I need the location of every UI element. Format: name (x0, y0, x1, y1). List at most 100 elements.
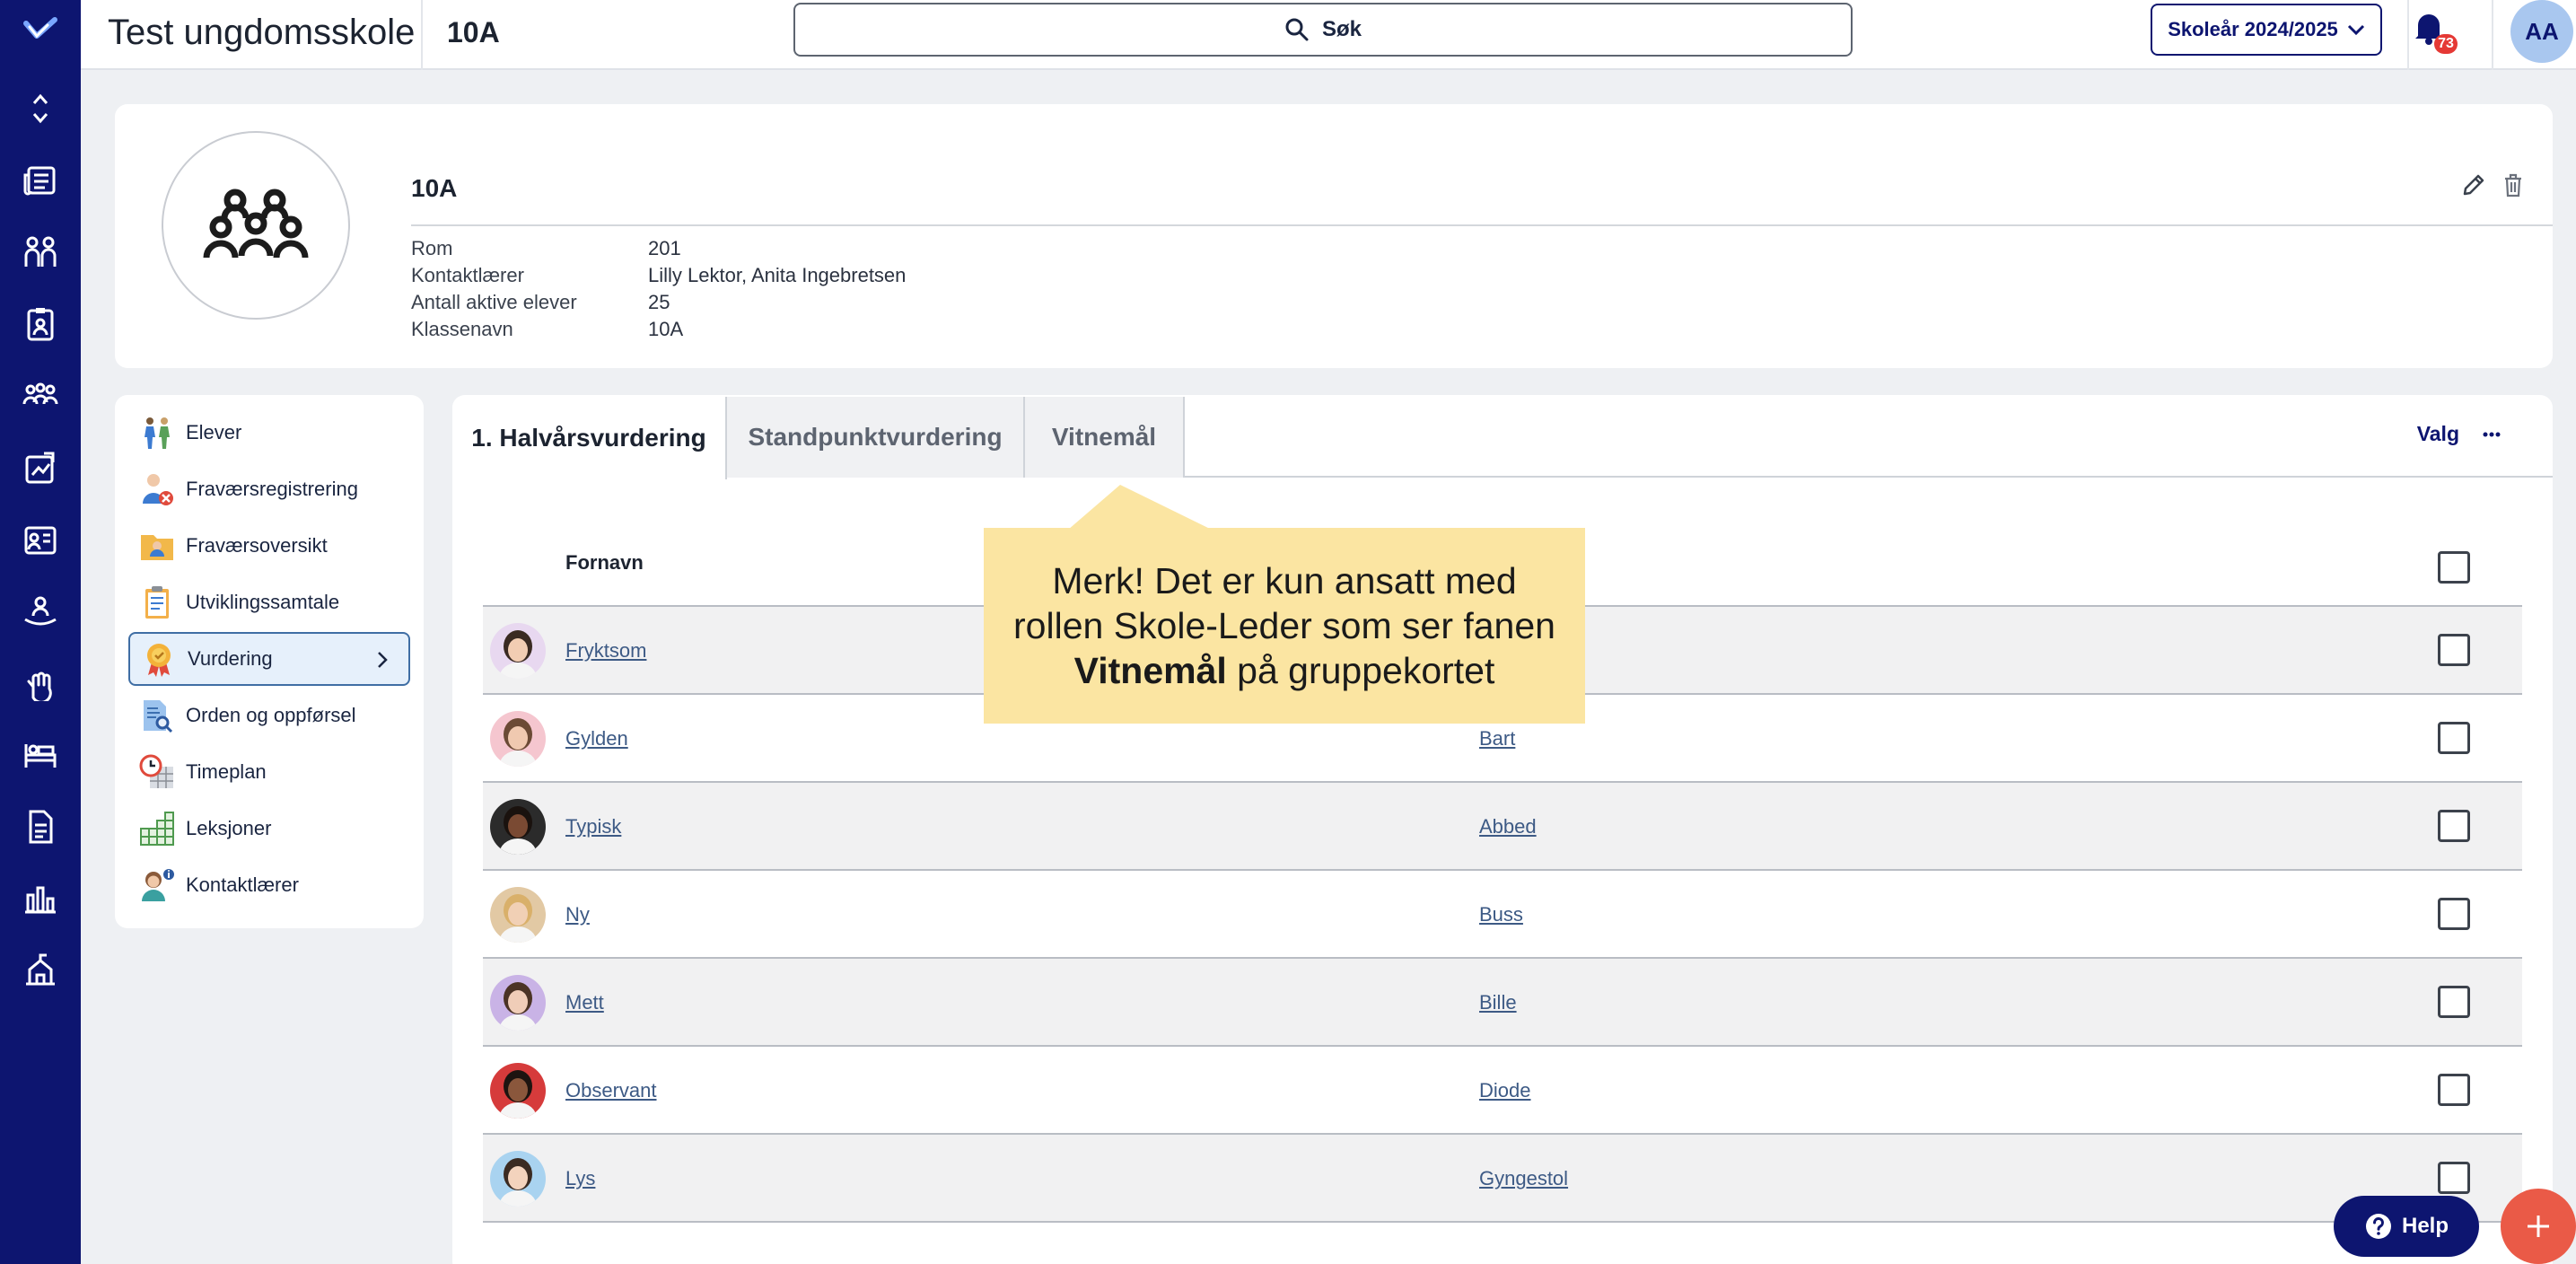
student-first-name-link[interactable]: Typisk (565, 815, 621, 838)
table-row: Mett Bille (483, 959, 2522, 1047)
menu-item-fravaersregistrering[interactable]: Fraværsregistrering (128, 462, 410, 516)
student-last-name-link[interactable]: Gyngestol (1479, 1167, 1568, 1190)
student-avatar[interactable] (490, 1151, 546, 1207)
bar-chart-icon[interactable] (20, 878, 61, 919)
notifications-button[interactable]: 73 (2413, 9, 2459, 59)
menu-item-timeplan[interactable]: Timeplan (128, 745, 410, 799)
assessment-panel: 1. Halvårsvurdering Standpunktvurdering … (452, 395, 2553, 1264)
help-button[interactable]: Help (2334, 1196, 2479, 1257)
info-row-active-students: Antall aktive elever 25 (411, 289, 906, 316)
group-info-list: Rom 201 Kontaktlærer Lilly Lektor, Anita I… (411, 235, 906, 343)
menu-item-kontaktlaerer[interactable]: Kontaktlærer (128, 858, 410, 912)
student-first-name-link[interactable]: Ny (565, 903, 590, 926)
news-icon[interactable] (20, 160, 61, 201)
row-checkbox[interactable] (2438, 722, 2470, 754)
info-tooltip: Merk! Det er kun ansatt med rollen Skole… (984, 528, 1585, 724)
tab-vitnemal[interactable]: Vitnemål (1025, 397, 1185, 478)
edit-button[interactable] (2459, 171, 2488, 199)
select-all-checkbox[interactable] (2438, 551, 2470, 584)
student-last-name-link[interactable]: Bille (1479, 991, 1517, 1014)
options-menu-button[interactable]: Valg (2417, 422, 2501, 446)
tab-halvarsvurdering[interactable]: 1. Halvårsvurdering (452, 397, 727, 479)
add-button[interactable] (2501, 1189, 2576, 1264)
delete-button[interactable] (2499, 171, 2528, 199)
person-hand-icon[interactable] (20, 591, 61, 632)
student-last-name-link[interactable]: Buss (1479, 903, 1523, 926)
raised-hand-icon[interactable] (20, 663, 61, 704)
student-avatar[interactable] (490, 1063, 546, 1119)
divider (2407, 0, 2409, 70)
menu-item-label: Fraværsregistrering (186, 478, 358, 500)
info-row-contact-teacher: Kontaktlærer Lilly Lektor, Anita Ingebret… (411, 262, 906, 289)
row-checkbox[interactable] (2438, 898, 2470, 930)
menu-item-label: Fraværsoversikt (186, 534, 328, 557)
info-value: 201 (648, 237, 681, 259)
plus-icon (2524, 1212, 2553, 1241)
document-search-icon (139, 698, 175, 733)
menu-item-label: Orden og oppførsel (186, 704, 356, 726)
student-first-name-link[interactable]: Fryktsom (565, 639, 646, 663)
groups-icon[interactable] (20, 375, 61, 417)
left-navigation-rail (0, 0, 81, 1264)
top-bar: Test ungdomsskole 10A Søk Skoleår 2024/2… (81, 0, 2576, 70)
student-first-name-link[interactable]: Mett (565, 991, 604, 1014)
row-checkbox[interactable] (2438, 1074, 2470, 1106)
student-first-name-link[interactable]: Gylden (565, 727, 628, 750)
menu-item-label: Utviklingssamtale (186, 591, 340, 613)
student-first-name-link[interactable]: Observant (565, 1079, 657, 1102)
tooltip-line-2: rollen Skole-Leder som ser fanen (1013, 605, 1555, 646)
student-avatar[interactable] (490, 975, 546, 1031)
pencil-icon (2461, 172, 2486, 198)
search-label: Søk (1321, 17, 1362, 41)
chevron-down-icon (2347, 23, 2365, 36)
student-avatar[interactable] (490, 887, 546, 943)
student-first-name-link[interactable]: Lys (565, 1167, 595, 1190)
students-icon[interactable] (20, 232, 61, 273)
document-icon[interactable] (20, 806, 61, 847)
user-avatar[interactable]: AA (2510, 0, 2573, 63)
collapse-icon[interactable] (20, 88, 61, 129)
menu-item-fravaersoversikt[interactable]: Fraværsoversikt (128, 519, 410, 573)
student-last-name-link[interactable]: Bart (1479, 727, 1515, 750)
group-header-card: 10A Rom 201 Kontaktlærer Lilly Lektor, Ani… (115, 104, 2553, 368)
column-header-first-name: Fornavn (565, 551, 644, 574)
school-year-label: Skoleår 2024/2025 (2168, 18, 2338, 40)
absence-folder-icon (139, 528, 175, 564)
row-checkbox[interactable] (2438, 634, 2470, 666)
logo-icon[interactable] (20, 9, 61, 50)
school-year-dropdown[interactable]: Skoleår 2024/2025 (2151, 4, 2382, 56)
notification-count-badge: 73 (2434, 34, 2458, 54)
contact-card-icon[interactable] (20, 303, 61, 345)
tab-standpunktvurdering[interactable]: Standpunktvurdering (727, 397, 1025, 478)
current-group-code: 10A (447, 16, 500, 48)
row-checkbox[interactable] (2438, 1162, 2470, 1194)
student-last-name-link[interactable]: Diode (1479, 1079, 1530, 1102)
students-walking-icon (139, 415, 175, 451)
chevron-right-icon (376, 650, 389, 670)
student-last-name-link[interactable]: Abbed (1479, 815, 1537, 838)
menu-item-vurdering[interactable]: Vurdering (128, 632, 410, 686)
tooltip-arrow (1068, 485, 1212, 530)
menu-item-leksjoner[interactable]: Leksjoner (128, 802, 410, 856)
assessment-tabs: 1. Halvårsvurdering Standpunktvurdering … (452, 395, 2553, 479)
assessment-icon[interactable] (20, 447, 61, 488)
medal-icon (141, 641, 177, 677)
row-checkbox[interactable] (2438, 986, 2470, 1018)
menu-item-label: Leksjoner (186, 817, 272, 839)
student-avatar[interactable] (490, 799, 546, 855)
menu-item-label: Timeplan (186, 760, 267, 783)
school-icon[interactable] (20, 950, 61, 991)
menu-item-orden-og-oppforsel[interactable]: Orden og oppførsel (128, 689, 410, 742)
student-avatar[interactable] (490, 711, 546, 767)
bed-icon[interactable] (20, 734, 61, 776)
student-avatar[interactable] (490, 623, 546, 679)
tooltip-bold-word: Vitnemål (1073, 650, 1227, 691)
info-label: Klassenavn (411, 318, 513, 340)
menu-item-utviklingssamtale[interactable]: Utviklingssamtale (128, 575, 410, 629)
menu-item-elever[interactable]: Elever (128, 406, 410, 460)
info-label: Kontaktlærer (411, 264, 524, 286)
calendar-icon[interactable] (20, 519, 61, 560)
search-field[interactable]: Søk (793, 3, 1853, 57)
row-checkbox[interactable] (2438, 810, 2470, 842)
trash-icon (2502, 172, 2524, 198)
